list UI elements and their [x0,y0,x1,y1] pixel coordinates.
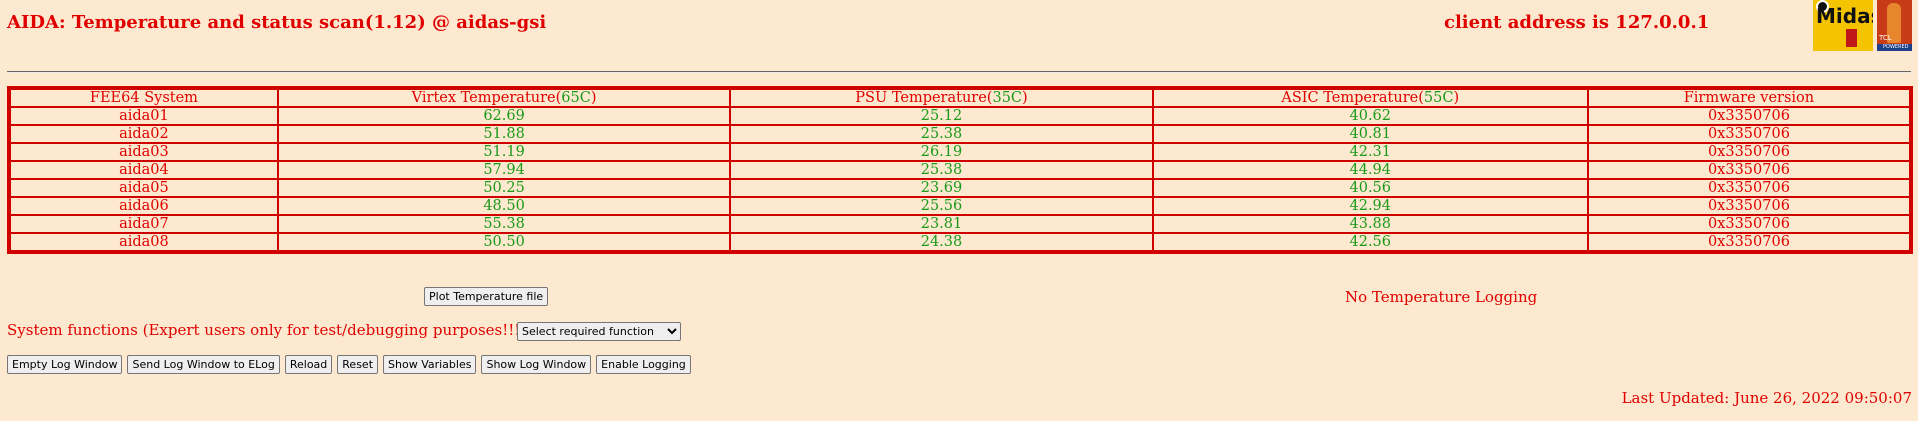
asic-cell: 44.94 [1151,160,1589,180]
table-row: aida04 57.94 25.38 44.94 0x3350706 [8,160,1913,180]
psu-cell: 25.12 [729,106,1154,126]
system-cell: aida07 [8,214,279,234]
asic-header-close: ) [1453,90,1460,106]
system-cell: aida01 [8,106,279,126]
psu-cell: 24.38 [729,232,1154,253]
virtex-cell: 62.69 [276,106,732,126]
virtex-cell: 51.19 [276,142,732,162]
table-row: aida07 55.38 23.81 43.88 0x3350706 [8,214,1913,234]
asic-cell: 42.94 [1151,196,1589,216]
midas-logo-figure-icon [1846,29,1857,47]
asic-limit: 55C [1423,90,1454,106]
action-button-row: Empty Log Window Send Log Window to ELog… [7,355,691,374]
horizontal-divider [7,71,1911,73]
midas-logo-text: Midas [1816,4,1873,28]
firmware-cell: 0x3350706 [1586,232,1913,253]
psu-cell: 25.38 [729,160,1154,180]
virtex-cell: 55.38 [276,214,732,234]
firmware-cell: 0x3350706 [1586,178,1913,198]
psu-limit: 35C [992,90,1023,106]
tcl-logo-band: POWERED [1877,44,1912,51]
reload-button[interactable]: Reload [284,355,333,374]
show-variables-button[interactable]: Show Variables [383,355,477,374]
virtex-header-label: Virtex Temperature( [411,90,562,106]
asic-cell: 42.31 [1151,142,1589,162]
table-header-row: FEE64 System Virtex Temperature(65C) PSU… [8,87,1913,108]
asic-cell: 40.62 [1151,106,1589,126]
asic-cell: 42.56 [1151,232,1589,253]
reset-button[interactable]: Reset [337,355,379,374]
firmware-cell: 0x3350706 [1586,124,1913,144]
tcl-logo-text: TCL [1879,34,1892,42]
enable-logging-button[interactable]: Enable Logging [596,355,691,374]
system-cell: aida02 [8,124,279,144]
show-log-window-button[interactable]: Show Log Window [481,355,592,374]
virtex-cell: 57.94 [276,160,732,180]
empty-log-window-button[interactable]: Empty Log Window [7,355,123,374]
col-header-asic: ASIC Temperature(55C) [1151,87,1589,108]
psu-header-close: ) [1022,90,1028,106]
system-cell: aida04 [8,160,279,180]
table-row: aida05 50.25 23.69 40.56 0x3350706 [8,178,1913,198]
virtex-cell: 51.88 [276,124,732,144]
virtex-cell: 50.25 [276,178,732,198]
virtex-header-close: ) [590,90,597,106]
psu-cell: 26.19 [729,142,1154,162]
last-updated-timestamp: Last Updated: June 26, 2022 09:50:07 [1621,389,1912,407]
psu-cell: 25.56 [729,196,1154,216]
temperature-status-table: FEE64 System Virtex Temperature(65C) PSU… [7,86,1913,254]
firmware-cell: 0x3350706 [1586,106,1913,126]
system-cell: aida06 [8,196,279,216]
system-cell: aida03 [8,142,279,162]
psu-header-label: PSU Temperature( [855,90,993,106]
psu-cell: 25.38 [729,124,1154,144]
system-function-select[interactable]: Select required function [517,322,681,341]
col-header-system: FEE64 System [8,87,279,108]
col-header-virtex: Virtex Temperature(65C) [276,87,732,108]
client-address: client address is 127.0.0.1 [1444,12,1710,33]
system-functions-label: System functions (Expert users only for … [7,321,527,339]
page-title: AIDA: Temperature and status scan(1.12) … [7,12,547,33]
plot-temperature-button[interactable]: Plot Temperature file [424,287,549,306]
midas-logo[interactable]: Midas [1813,0,1873,51]
table-row: aida03 51.19 26.19 42.31 0x3350706 [8,142,1913,162]
firmware-cell: 0x3350706 [1586,142,1913,162]
asic-cell: 40.81 [1151,124,1589,144]
system-cell: aida08 [8,232,279,253]
tcl-logo-subtext: POWERED [1883,44,1909,50]
asic-header-label: ASIC Temperature( [1281,90,1424,106]
col-header-psu: PSU Temperature(35C) [729,87,1154,108]
psu-cell: 23.81 [729,214,1154,234]
asic-cell: 43.88 [1151,214,1589,234]
table-row: aida01 62.69 25.12 40.62 0x3350706 [8,106,1913,126]
tcl-logo[interactable]: TCL POWERED [1877,0,1912,51]
logging-status: No Temperature Logging [1345,288,1538,306]
firmware-cell: 0x3350706 [1586,196,1913,216]
asic-cell: 40.56 [1151,178,1589,198]
table-row: aida08 50.50 24.38 42.56 0x3350706 [8,232,1913,253]
virtex-cell: 48.50 [276,196,732,216]
firmware-cell: 0x3350706 [1586,214,1913,234]
virtex-limit: 65C [561,90,591,106]
table-row: aida02 51.88 25.38 40.81 0x3350706 [8,124,1913,144]
psu-cell: 23.69 [729,178,1154,198]
table-row: aida06 48.50 25.56 42.94 0x3350706 [8,196,1913,216]
system-cell: aida05 [8,178,279,198]
firmware-cell: 0x3350706 [1586,160,1913,180]
col-header-firmware: Firmware version [1586,87,1913,108]
send-log-to-elog-button[interactable]: Send Log Window to ELog [127,355,280,374]
virtex-cell: 50.50 [276,232,732,253]
